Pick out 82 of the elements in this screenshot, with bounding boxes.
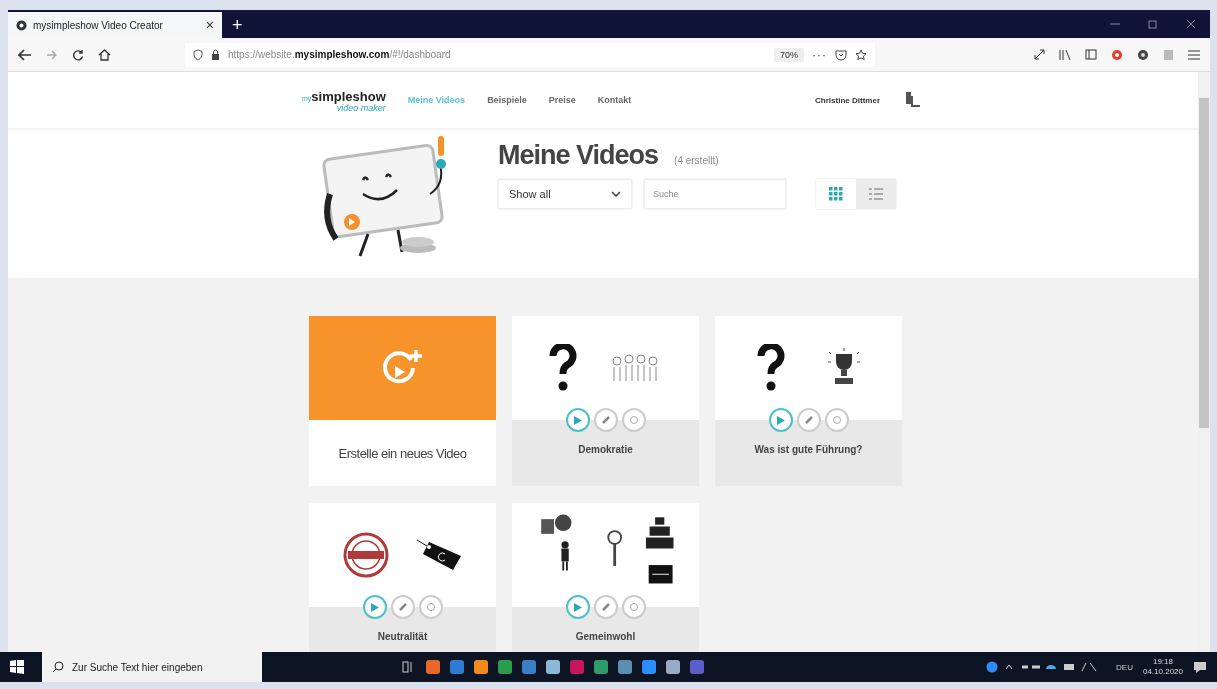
sidebar-icon[interactable]	[1085, 49, 1097, 60]
card-title: Demokratie	[577, 444, 634, 455]
back-icon[interactable]	[18, 48, 32, 61]
taskbar-app-icon[interactable]	[642, 660, 656, 674]
video-card[interactable]: Neutralität	[309, 503, 496, 652]
filter-dropdown[interactable]: Show all	[498, 179, 632, 209]
zoom-level[interactable]: 70%	[774, 47, 804, 62]
grid-icon	[829, 187, 843, 201]
taskbar-clock[interactable]: 19:18 04.10.2020	[1142, 657, 1183, 677]
extension-icon[interactable]	[1137, 48, 1149, 61]
restore-icon[interactable]	[1148, 19, 1158, 29]
close-icon[interactable]	[1186, 19, 1196, 29]
search-icon	[52, 661, 64, 673]
menu-icon[interactable]	[1188, 49, 1200, 60]
url-text: https://website.mysimpleshow.com/#!/dashboard	[228, 49, 451, 60]
video-card[interactable]: Was ist gute Führung?	[715, 316, 902, 486]
video-card[interactable]: Gemeinwohl	[512, 503, 699, 652]
list-view-button[interactable]	[856, 179, 896, 209]
star-icon[interactable]	[855, 48, 867, 61]
address-bar[interactable]: https://website.mysimpleshow.com/#!/dashboard 70% ···	[185, 42, 875, 67]
pencil-icon	[600, 602, 611, 612]
start-icon[interactable]	[10, 660, 24, 674]
expand-icon[interactable]	[1034, 49, 1045, 60]
grid-view-button[interactable]	[816, 179, 856, 209]
taskbar-app-icon[interactable]	[690, 660, 704, 674]
taskbar-search-field[interactable]: Zur Suche Text hier eingeben	[42, 652, 262, 682]
taskbar-app-icon[interactable]	[546, 660, 560, 674]
pocket-icon[interactable]	[835, 48, 847, 61]
taskbar-app-icon[interactable]	[498, 660, 512, 674]
extension-icon[interactable]	[1111, 48, 1123, 61]
card-title: Was ist gute Führung?	[753, 444, 864, 455]
input-language[interactable]: DEU	[1116, 662, 1133, 672]
card-title: Erstelle ein neues Video	[337, 444, 468, 463]
shield-icon	[193, 48, 203, 61]
play-icon	[775, 414, 786, 426]
page-title: Meine Videos	[498, 140, 659, 171]
site-favicon-icon	[16, 19, 27, 31]
taskbar-app-icon[interactable]	[666, 660, 680, 674]
nav-link[interactable]: Preise	[548, 95, 576, 105]
pencil-icon	[803, 415, 814, 425]
browser-tab[interactable]: mysimpleshow Video Creator ×	[8, 12, 222, 38]
video-card[interactable]: Demokratie	[512, 316, 699, 486]
new-video-card[interactable]: Erstelle ein neues Video	[309, 316, 496, 486]
page-actions-menu[interactable]: ···	[812, 47, 827, 62]
pencil-icon	[600, 415, 611, 425]
video-count: (4 erstellt)	[674, 155, 719, 166]
taskbar-app-icon[interactable]	[522, 660, 536, 674]
taskbar-app-icon[interactable]	[570, 660, 584, 674]
taskbar-app-icon[interactable]	[594, 660, 608, 674]
taskbar-app-icon[interactable]	[426, 660, 440, 674]
nav-link[interactable]: Beispiele	[487, 95, 527, 105]
comment-icon	[628, 415, 639, 425]
card-title: Gemeinwohl	[574, 631, 637, 642]
list-icon	[869, 188, 883, 200]
question-mark-drawing	[547, 344, 578, 392]
tab-title: mysimpleshow Video Creator	[33, 19, 164, 31]
search-field[interactable]: Suche	[644, 179, 786, 209]
home-icon[interactable]	[98, 48, 111, 61]
question-mark-drawing	[755, 344, 786, 392]
play-icon	[572, 601, 583, 613]
nav-link[interactable]: Kontakt	[597, 95, 632, 105]
comment-icon	[628, 602, 639, 612]
comment-icon	[425, 602, 436, 612]
taskbar-app-icon[interactable]	[474, 660, 488, 674]
pencil-icon	[397, 602, 408, 612]
lock-icon	[211, 49, 220, 60]
user-name[interactable]: Christine Dittmer	[815, 95, 880, 105]
reload-icon[interactable]	[72, 48, 84, 61]
close-tab-button[interactable]: ×	[205, 17, 214, 33]
taskbar-app-icon[interactable]	[618, 660, 632, 674]
card-title: Neutralität	[376, 631, 429, 642]
forward-icon[interactable]	[46, 48, 58, 61]
notifications-icon[interactable]	[1193, 660, 1207, 674]
price-tag-drawing	[415, 538, 464, 572]
stamp-drawing	[341, 531, 390, 579]
taskbar-app-icon[interactable]	[450, 660, 464, 674]
chevron-down-icon	[611, 191, 621, 197]
comment-icon	[831, 415, 842, 425]
new-tab-button[interactable]: +	[222, 12, 253, 38]
play-icon	[369, 601, 380, 613]
library-icon[interactable]	[1059, 49, 1071, 60]
play-icon	[572, 414, 583, 426]
